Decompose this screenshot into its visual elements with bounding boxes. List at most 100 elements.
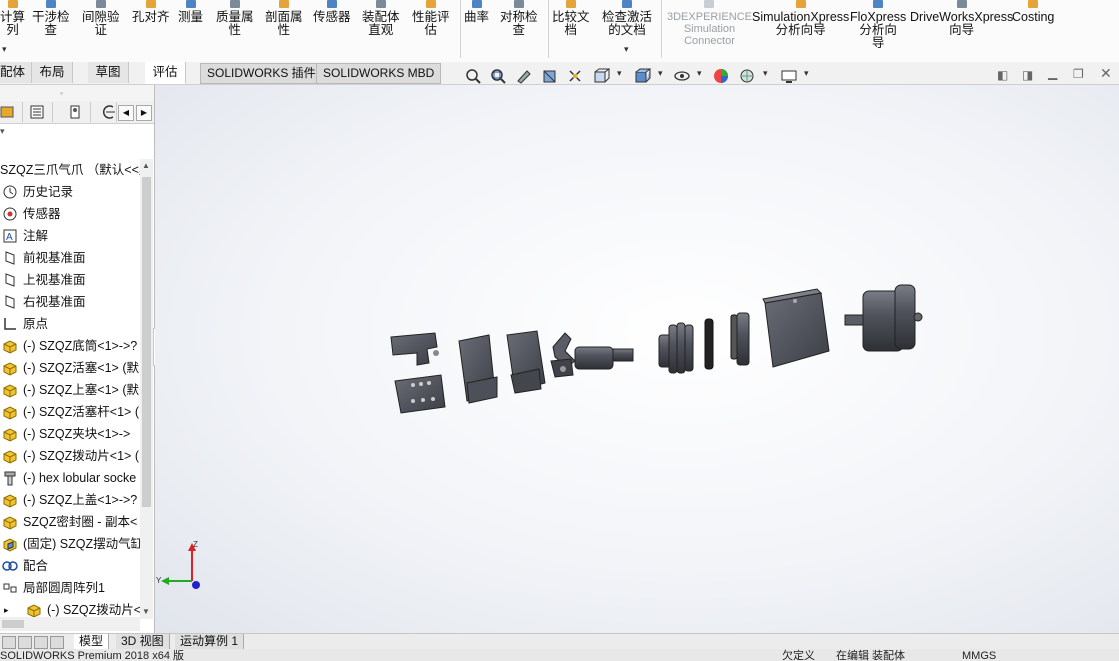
view-settings-icon[interactable]: [780, 67, 798, 85]
tree-item[interactable]: 配合: [0, 555, 140, 577]
tree-item[interactable]: SZQZ密封圈 - 副本<: [0, 511, 140, 533]
previous-view-icon[interactable]: [515, 67, 533, 85]
tab-property-manager[interactable]: [22, 102, 53, 122]
tab-solidworks-addins[interactable]: SOLIDWORKS 插件: [200, 63, 323, 84]
clamp-block-part[interactable]: [458, 330, 546, 404]
section-view-icon[interactable]: [541, 67, 559, 85]
ribbon-button-performance[interactable]: 性能评 估: [412, 0, 450, 37]
chevron-down-icon[interactable]: ▾: [763, 68, 768, 79]
chevron-down-icon[interactable]: ▾: [617, 68, 622, 79]
piston-part[interactable]: [658, 322, 694, 374]
tree-root[interactable]: SZQZ三爪气爪 （默认<<默: [0, 159, 151, 181]
tree-horizontal-scrollbar[interactable]: [0, 617, 140, 631]
ribbon-button-3dx[interactable]: 3DEXPERIENCE Simulation Connector: [667, 0, 752, 47]
tree-item[interactable]: A 注解: [0, 225, 140, 247]
chevron-down-icon[interactable]: ▾: [697, 68, 702, 79]
zoom-area-icon[interactable]: [489, 67, 507, 85]
ribbon-button-calculate[interactable]: 计算 列: [0, 0, 25, 37]
chevron-down-icon[interactable]: ▾: [804, 68, 809, 79]
tab-3d-view[interactable]: 3D 视图: [116, 634, 170, 649]
filter-icon[interactable]: ▾: [0, 126, 5, 137]
ribbon-button-sensor[interactable]: 传感器: [313, 0, 351, 24]
tab-motion-study[interactable]: 运动算例 1: [175, 634, 245, 649]
tree-item[interactable]: (-) SZQZ夹块<1>->: [0, 423, 140, 445]
restore-icon[interactable]: ❐: [1073, 67, 1084, 81]
minimize-icon[interactable]: ▁: [1048, 66, 1057, 80]
display-style-icon[interactable]: [633, 67, 651, 85]
piston-rod-part[interactable]: [574, 346, 634, 370]
ribbon-button-mass-properties[interactable]: 质量属 性: [216, 0, 254, 37]
tree-item[interactable]: (固定) SZQZ摆动气缸: [0, 533, 143, 555]
tree-item[interactable]: 前视基准面: [0, 247, 140, 269]
ribbon-button-assembly-visualization[interactable]: 装配体 直观: [362, 0, 400, 37]
tree-item[interactable]: (-) SZQZ活塞杆<1> (: [0, 401, 140, 423]
tree-vertical-scrollbar[interactable]: ▲ ▼: [140, 159, 153, 619]
tree-filter[interactable]: ▾: [0, 124, 154, 142]
jaw-finger-part[interactable]: [390, 332, 446, 414]
tree-item[interactable]: (-) SZQZ上盖<1>->?: [0, 489, 140, 511]
tree-item[interactable]: 局部圆周阵列1: [0, 577, 140, 599]
cylinder-barrel-part[interactable]: [762, 288, 830, 368]
hide-show-items-icon[interactable]: [673, 67, 691, 85]
tab-sketch[interactable]: 草图: [88, 62, 129, 83]
tab-assembly[interactable]: 配体: [0, 62, 33, 83]
scrollbar-thumb[interactable]: [142, 177, 151, 507]
tree-item[interactable]: 传感器: [0, 203, 140, 225]
tab-model[interactable]: 模型: [74, 634, 110, 649]
chevron-down-icon[interactable]: ▾: [624, 44, 629, 55]
close-icon[interactable]: ✕: [1100, 65, 1112, 82]
ribbon-button-hole-align[interactable]: 孔对齐: [132, 0, 170, 24]
tab-configuration-manager[interactable]: [60, 102, 91, 122]
ribbon-button-section-properties[interactable]: 剖面属 性: [265, 0, 303, 37]
scrollbar-thumb[interactable]: [2, 620, 24, 628]
tree-item[interactable]: 上视基准面: [0, 269, 140, 291]
exploded-assembly-model[interactable]: [155, 85, 1119, 633]
tab-scroll-right-icon[interactable]: ▶: [136, 105, 152, 121]
last-tab-icon[interactable]: [50, 636, 64, 649]
tile-left-icon[interactable]: ◧: [997, 68, 1008, 82]
apply-scene-icon[interactable]: [738, 67, 756, 85]
tree-item[interactable]: (-) SZQZ拨动片<1> (: [0, 445, 140, 467]
status-units[interactable]: MMGS: [962, 649, 996, 661]
next-tab-icon[interactable]: [34, 636, 48, 649]
ribbon-button-symmetry[interactable]: 对称检 查: [500, 0, 538, 37]
tree-item[interactable]: (-) SZQZ底筒<1>->?: [0, 335, 140, 357]
tab-solidworks-mbd[interactable]: SOLIDWORKS MBD: [316, 63, 442, 84]
tile-right-icon[interactable]: ◨: [1022, 68, 1033, 82]
ribbon-button-compare[interactable]: 比较文 档: [552, 0, 590, 37]
tab-scroll-left-icon[interactable]: ◀: [118, 105, 134, 121]
zoom-to-fit-icon[interactable]: [464, 67, 482, 85]
ribbon-button-simulationxpress[interactable]: SimulationXpress 分析向导: [752, 0, 849, 37]
tree-item[interactable]: (-) SZQZ活塞<1> (默: [0, 357, 140, 379]
panel-grip[interactable]: ◦: [0, 85, 154, 101]
ribbon-button-floxpress[interactable]: FloXpress 分析向 导: [850, 0, 906, 50]
first-tab-icon[interactable]: [2, 636, 16, 649]
prev-tab-icon[interactable]: [18, 636, 32, 649]
status-editing[interactable]: 在编辑 装配体: [836, 649, 905, 661]
ribbon-button-measure[interactable]: 测量: [178, 0, 203, 24]
ribbon-button-interference[interactable]: 干涉检 查: [32, 0, 70, 37]
ribbon-button-curvature[interactable]: 曲率: [464, 0, 489, 24]
tree-item[interactable]: 原点: [0, 313, 140, 335]
ribbon-button-clearance[interactable]: 间隙验 证: [82, 0, 120, 37]
graphics-viewport[interactable]: Z Y: [155, 85, 1119, 633]
edit-appearance-icon[interactable]: [712, 67, 730, 85]
tree-item[interactable]: (-) SZQZ上塞<1> (默: [0, 379, 140, 401]
chevron-down-icon[interactable]: ▾: [658, 68, 663, 79]
chevron-down-icon[interactable]: ▾: [2, 44, 7, 55]
rotary-actuator-part[interactable]: [844, 284, 923, 352]
tree-item[interactable]: 右视基准面: [0, 291, 140, 313]
ribbon-button-driveworks[interactable]: DriveWorksXpress 向导: [910, 0, 1013, 37]
seal-ring-part[interactable]: [704, 312, 750, 370]
tree-item[interactable]: 历史记录: [0, 181, 140, 203]
tab-evaluate[interactable]: 评估: [145, 62, 186, 84]
ribbon-button-costing[interactable]: Costing: [1012, 0, 1054, 24]
tab-layout[interactable]: 布局: [32, 62, 73, 83]
toggle-lever-part[interactable]: [550, 332, 576, 378]
view-orientation-icon[interactable]: [592, 67, 610, 85]
dynamic-annotation-icon[interactable]: [566, 67, 584, 85]
ribbon-button-check-document[interactable]: 检查激活 的文档: [602, 0, 652, 37]
tab-dimxpert[interactable]: [94, 102, 117, 122]
tree-item[interactable]: (-) hex lobular socke: [0, 467, 140, 489]
tab-feature-manager[interactable]: [0, 102, 23, 122]
